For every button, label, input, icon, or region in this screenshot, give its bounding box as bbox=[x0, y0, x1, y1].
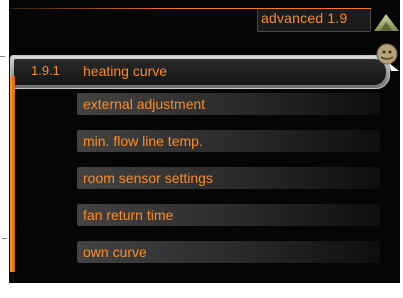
menu-item-min-flow-line-temp[interactable]: min. flow line temp. bbox=[77, 130, 380, 152]
menu-item-label: room sensor settings bbox=[83, 170, 213, 186]
menu-item-room-sensor-settings[interactable]: room sensor settings bbox=[77, 167, 380, 189]
menu-item-fan-return-time[interactable]: fan return time bbox=[77, 204, 380, 226]
help-icon[interactable] bbox=[375, 43, 400, 73]
menu-item-own-curve[interactable]: own curve bbox=[77, 241, 380, 263]
menu-item-label: min. flow line temp. bbox=[83, 133, 203, 149]
selected-menu-row[interactable] bbox=[10, 55, 390, 89]
display-screen: advanced 1.9 1.9.1 heating curve externa… bbox=[9, 0, 400, 283]
selected-row-inner bbox=[14, 59, 386, 85]
menu-item-external-adjustment[interactable]: external adjustment bbox=[77, 93, 380, 115]
house-icon[interactable] bbox=[373, 0, 400, 32]
scrollbar-thumb[interactable] bbox=[10, 76, 15, 272]
menu-item-label: fan return time bbox=[83, 207, 174, 223]
page-title: advanced 1.9 bbox=[261, 10, 348, 26]
menu-item-heating-curve[interactable]: heating curve bbox=[83, 63, 167, 79]
bezel-mark bbox=[0, 56, 5, 57]
menu-number: 1.9.1 bbox=[31, 63, 60, 78]
menu-item-label: external adjustment bbox=[83, 96, 206, 112]
menu-item-label: own curve bbox=[83, 244, 147, 260]
bezel-mark bbox=[2, 238, 7, 239]
